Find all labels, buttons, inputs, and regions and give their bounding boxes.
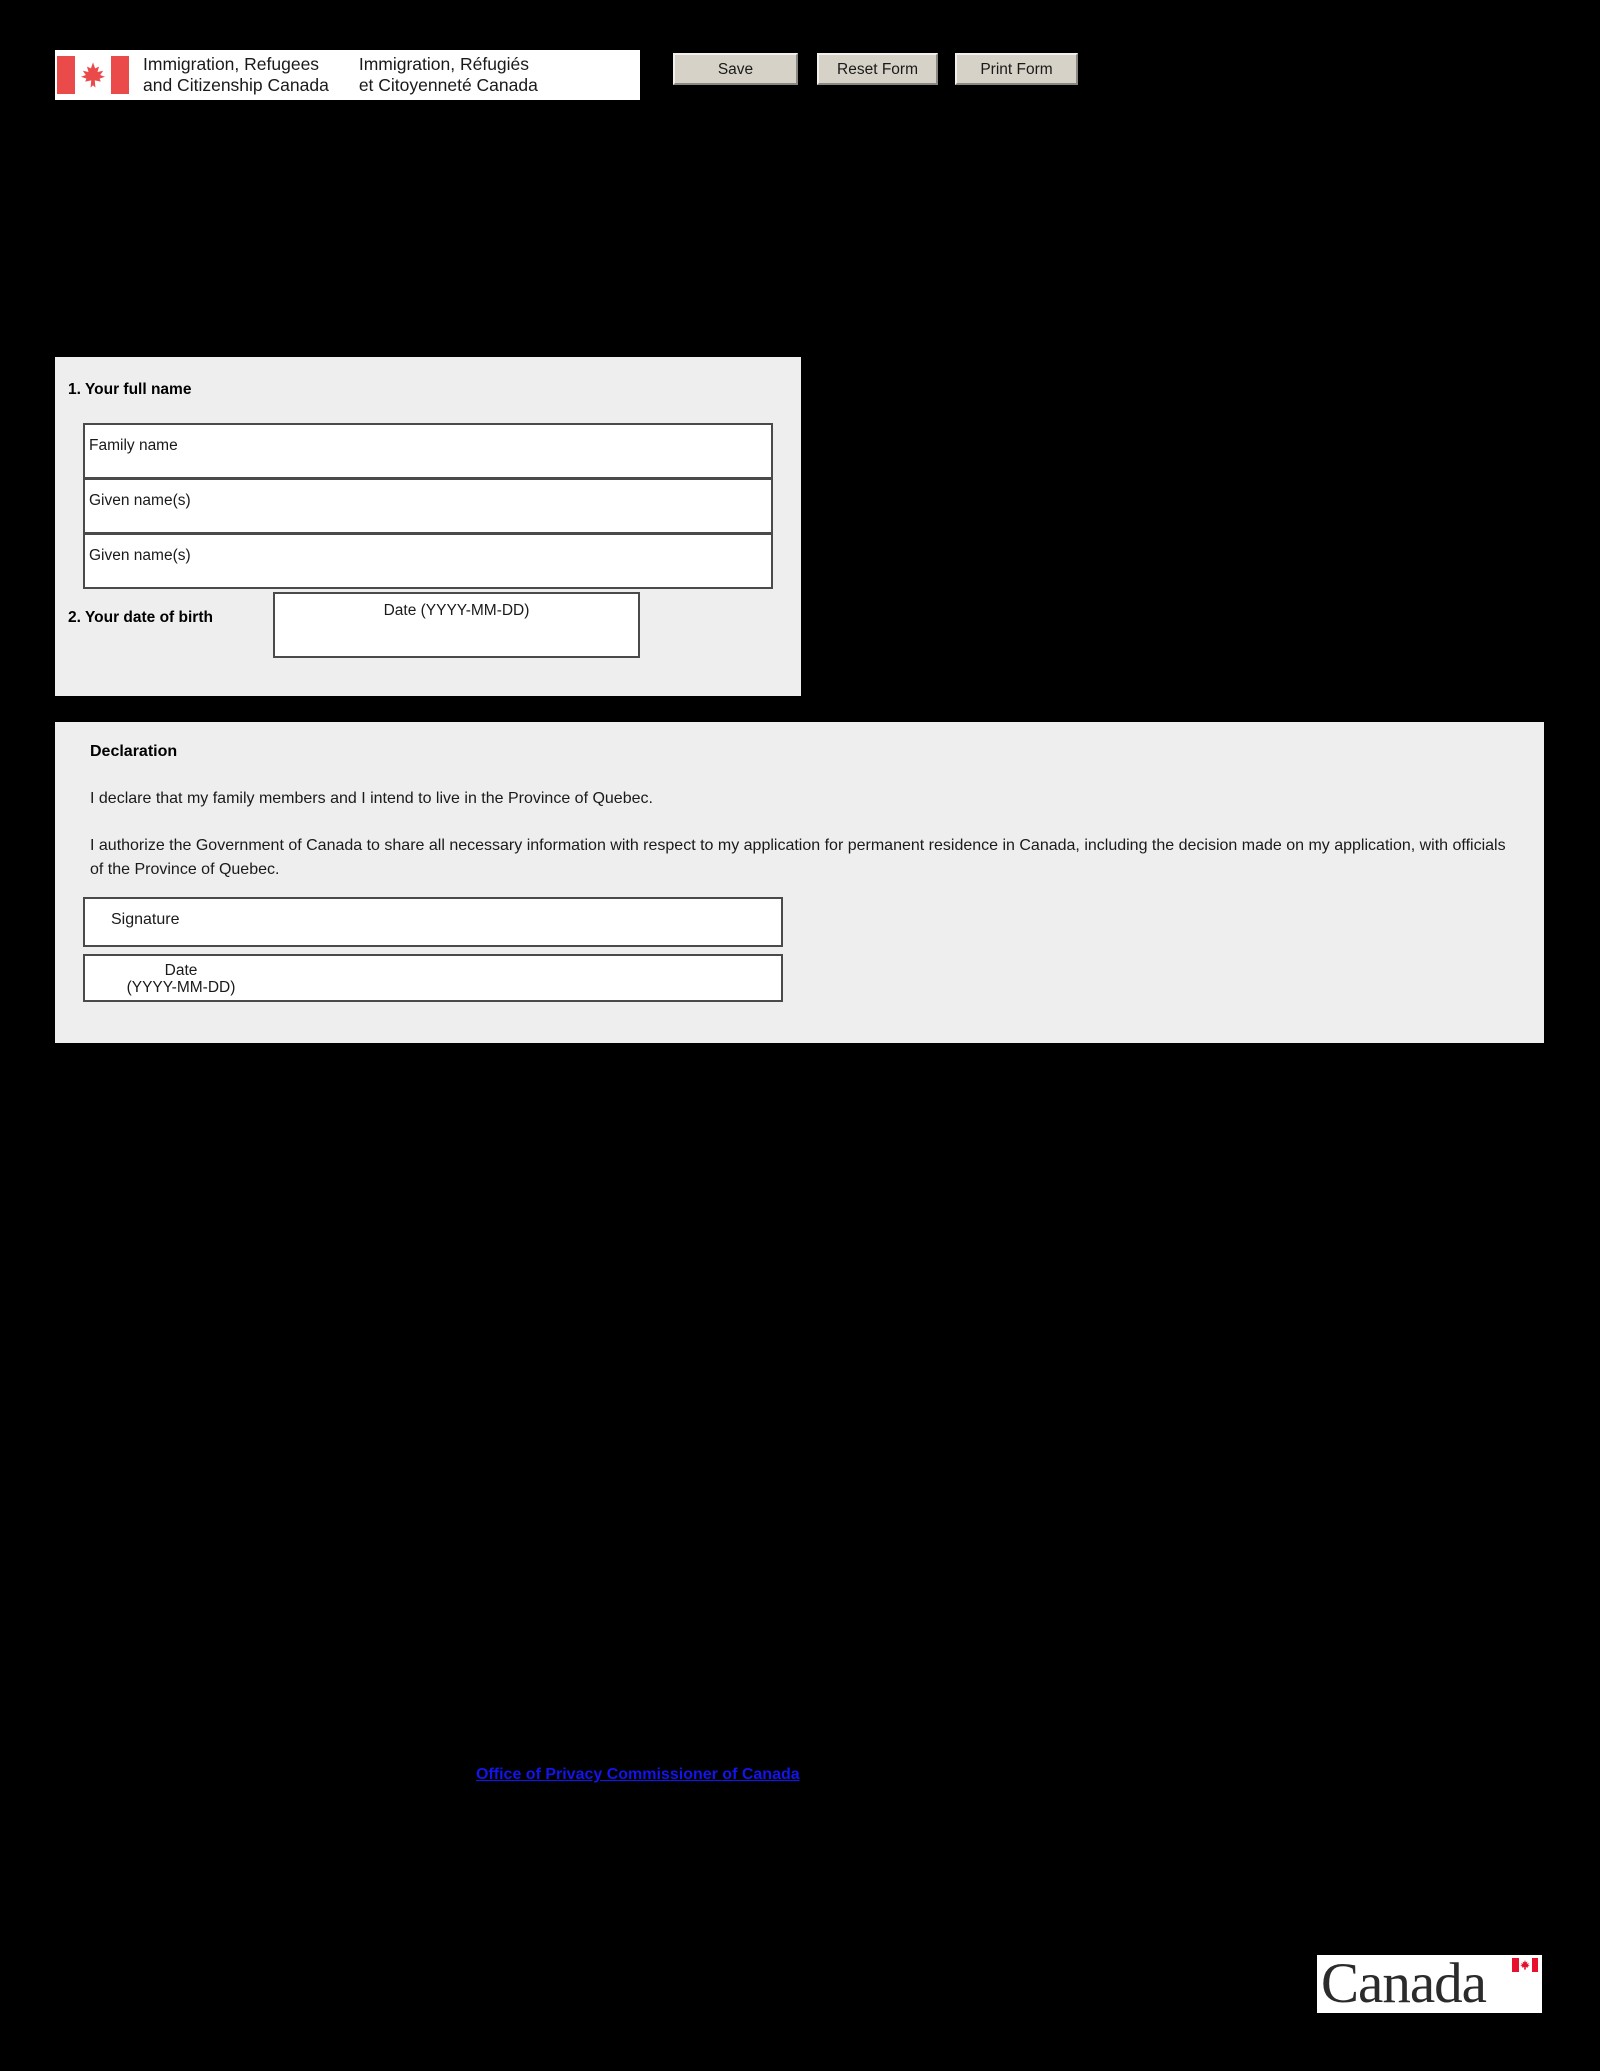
- declaration-date-label-line-2: (YYYY-MM-DD): [126, 979, 236, 996]
- personal-info-panel: 1. Your full name Family name Given name…: [55, 357, 801, 696]
- given-name-label-1: Given name(s): [89, 492, 191, 509]
- date-of-birth-label: Date (YYYY-MM-DD): [383, 602, 530, 619]
- canada-wordmark: Canada: [1317, 1952, 1542, 2015]
- declaration-title: Declaration: [90, 743, 178, 760]
- print-form-button[interactable]: Print Form: [955, 53, 1078, 85]
- logo-english-line-2: and Citizenship Canada: [143, 75, 329, 95]
- question-2-label: 2. Your date of birth: [68, 609, 213, 626]
- save-button[interactable]: Save: [673, 53, 798, 85]
- question-1-label: 1. Your full name: [68, 381, 192, 398]
- given-name-field-2[interactable]: Given name(s): [83, 533, 773, 589]
- signature-label: Signature: [111, 911, 180, 928]
- canada-flag-icon: [57, 56, 129, 94]
- logo-english-line-1: Immigration, Refugees: [143, 54, 320, 74]
- header-bar: Immigration, Refugees and Citizenship Ca…: [0, 0, 1600, 130]
- logo-french-line-2: et Citoyenneté Canada: [358, 75, 538, 95]
- given-name-label-2: Given name(s): [89, 547, 191, 564]
- canada-wordmark-flag-icon: [1512, 1958, 1538, 1972]
- declaration-panel: Declaration I declare that my family mem…: [55, 722, 1544, 1043]
- ircc-logo-block: Immigration, Refugees and Citizenship Ca…: [55, 50, 640, 100]
- privacy-commissioner-link[interactable]: Office of Privacy Commissioner of Canada: [476, 1766, 800, 1784]
- declaration-paragraph-1: I declare that my family members and I i…: [90, 790, 653, 807]
- logo-french-line-1: Immigration, Réfugiés: [358, 54, 530, 74]
- family-name-label: Family name: [89, 437, 178, 454]
- declaration-paragraph-2: I authorize the Government of Canada to …: [90, 837, 1506, 878]
- signature-field[interactable]: Signature: [83, 897, 783, 947]
- family-name-field[interactable]: Family name: [83, 423, 773, 479]
- canada-wordmark-text: Canada: [1321, 1952, 1487, 2015]
- reset-form-button[interactable]: Reset Form: [817, 53, 938, 85]
- logo-wordmark-english: Immigration, Refugees and Citizenship Ca…: [143, 54, 329, 96]
- date-of-birth-field[interactable]: Date (YYYY-MM-DD): [273, 592, 640, 658]
- declaration-date-field[interactable]: Date (YYYY-MM-DD): [83, 954, 783, 1002]
- logo-wordmark-french: Immigration, Réfugiés et Citoyenneté Can…: [359, 54, 538, 96]
- declaration-date-label: Date (YYYY-MM-DD): [91, 962, 271, 996]
- given-name-field-1[interactable]: Given name(s): [83, 478, 773, 534]
- declaration-date-label-line-1: Date: [164, 962, 198, 979]
